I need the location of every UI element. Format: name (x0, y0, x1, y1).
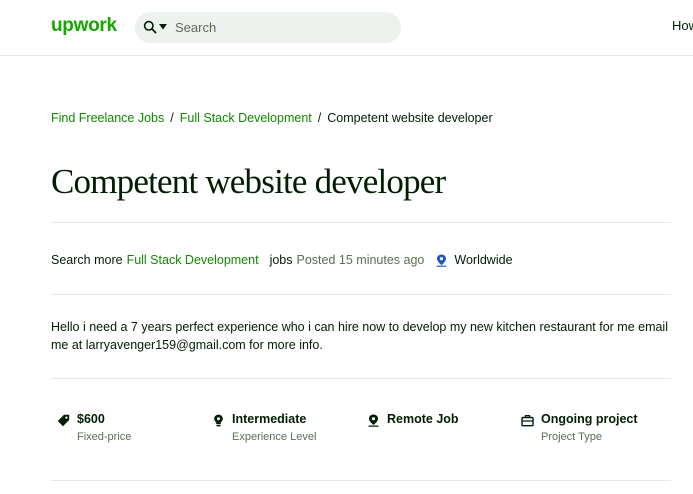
experience-level-label: Experience Level (232, 431, 317, 443)
briefcase-icon (521, 414, 534, 427)
project-type-label: Project Type (541, 431, 602, 443)
budget-amount: $600 (77, 412, 105, 426)
location-pin-icon (436, 254, 447, 267)
breadcrumb-full-stack-development[interactable]: Full Stack Development (180, 111, 312, 125)
breadcrumb: Find Freelance Jobs / Full Stack Developme… (51, 111, 493, 125)
remote-job-label: Remote Job (387, 412, 459, 426)
project-type-value: Ongoing project (541, 412, 638, 426)
job-title: Competent website developer (51, 162, 446, 201)
search-bar[interactable] (135, 12, 401, 43)
breadcrumb-current: Competent website developer (327, 111, 493, 125)
chevron-down-icon[interactable] (159, 24, 167, 30)
search-more-text: Search more (51, 253, 123, 267)
nav-how-it-works[interactable]: How (672, 18, 693, 33)
jobs-text: jobs (269, 253, 293, 267)
job-meta-row: Search more Full Stack Development jobs … (51, 253, 513, 267)
location-pin-icon (368, 414, 379, 427)
breadcrumb-separator: / (170, 111, 174, 125)
tag-icon (57, 414, 70, 427)
divider (51, 378, 671, 379)
lightbulb-icon (214, 414, 223, 427)
experience-level-value: Intermediate (232, 412, 307, 426)
top-header: upwork How (0, 0, 693, 56)
search-input[interactable] (175, 17, 385, 38)
budget-type: Fixed-price (77, 431, 132, 443)
divider (51, 294, 671, 295)
category-link[interactable]: Full Stack Development (127, 253, 259, 267)
breadcrumb-find-freelance-jobs[interactable]: Find Freelance Jobs (51, 111, 164, 125)
divider (51, 222, 671, 223)
upwork-logo[interactable]: upwork (51, 15, 117, 37)
job-description: Hello i need a 7 years perfect experienc… (51, 320, 668, 352)
search-icon[interactable] (143, 20, 157, 34)
breadcrumb-separator: / (317, 111, 322, 125)
posted-time: Posted 15 minutes ago (296, 253, 425, 267)
divider (51, 480, 671, 481)
location-text: Worldwide (454, 253, 513, 267)
